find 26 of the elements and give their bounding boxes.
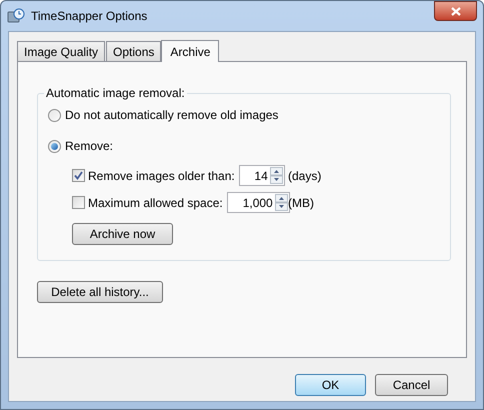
radio-button[interactable] xyxy=(48,140,61,152)
tab[interactable]: Image Quality xyxy=(17,41,106,61)
unit-label: (days) xyxy=(288,168,322,184)
archive-now-button[interactable]: Archive now xyxy=(72,223,173,245)
checkbox-label: Remove images older than: xyxy=(88,168,235,184)
spin-arrows-icon[interactable] xyxy=(270,167,283,184)
group-title: Automatic image removal: xyxy=(44,86,187,100)
clock-camera-icon xyxy=(7,8,25,24)
number-spinner[interactable]: 14 xyxy=(238,165,285,186)
tab[interactable]: Options xyxy=(106,41,162,61)
number-spinner[interactable]: 1,000 xyxy=(226,192,290,213)
close-icon xyxy=(450,6,460,16)
radio-button[interactable] xyxy=(48,108,61,122)
radio-label: Do not automatically remove old images xyxy=(65,107,278,124)
tab[interactable]: Archive xyxy=(161,40,220,62)
delete-history-button[interactable]: Delete all history... xyxy=(37,281,163,303)
radio-label: Remove: xyxy=(65,138,114,155)
checkbox-label: Maximum allowed space: xyxy=(88,194,223,212)
checkbox[interactable] xyxy=(72,169,85,182)
spin-arrows-icon[interactable] xyxy=(274,194,288,211)
close-button[interactable] xyxy=(434,1,477,21)
window-title: TimeSnapper Options xyxy=(31,8,148,25)
dialog-button[interactable]: OK xyxy=(295,374,366,396)
unit-label: (MB) xyxy=(288,194,314,212)
dialog-button[interactable]: Cancel xyxy=(375,374,448,396)
checkbox[interactable] xyxy=(72,196,85,209)
